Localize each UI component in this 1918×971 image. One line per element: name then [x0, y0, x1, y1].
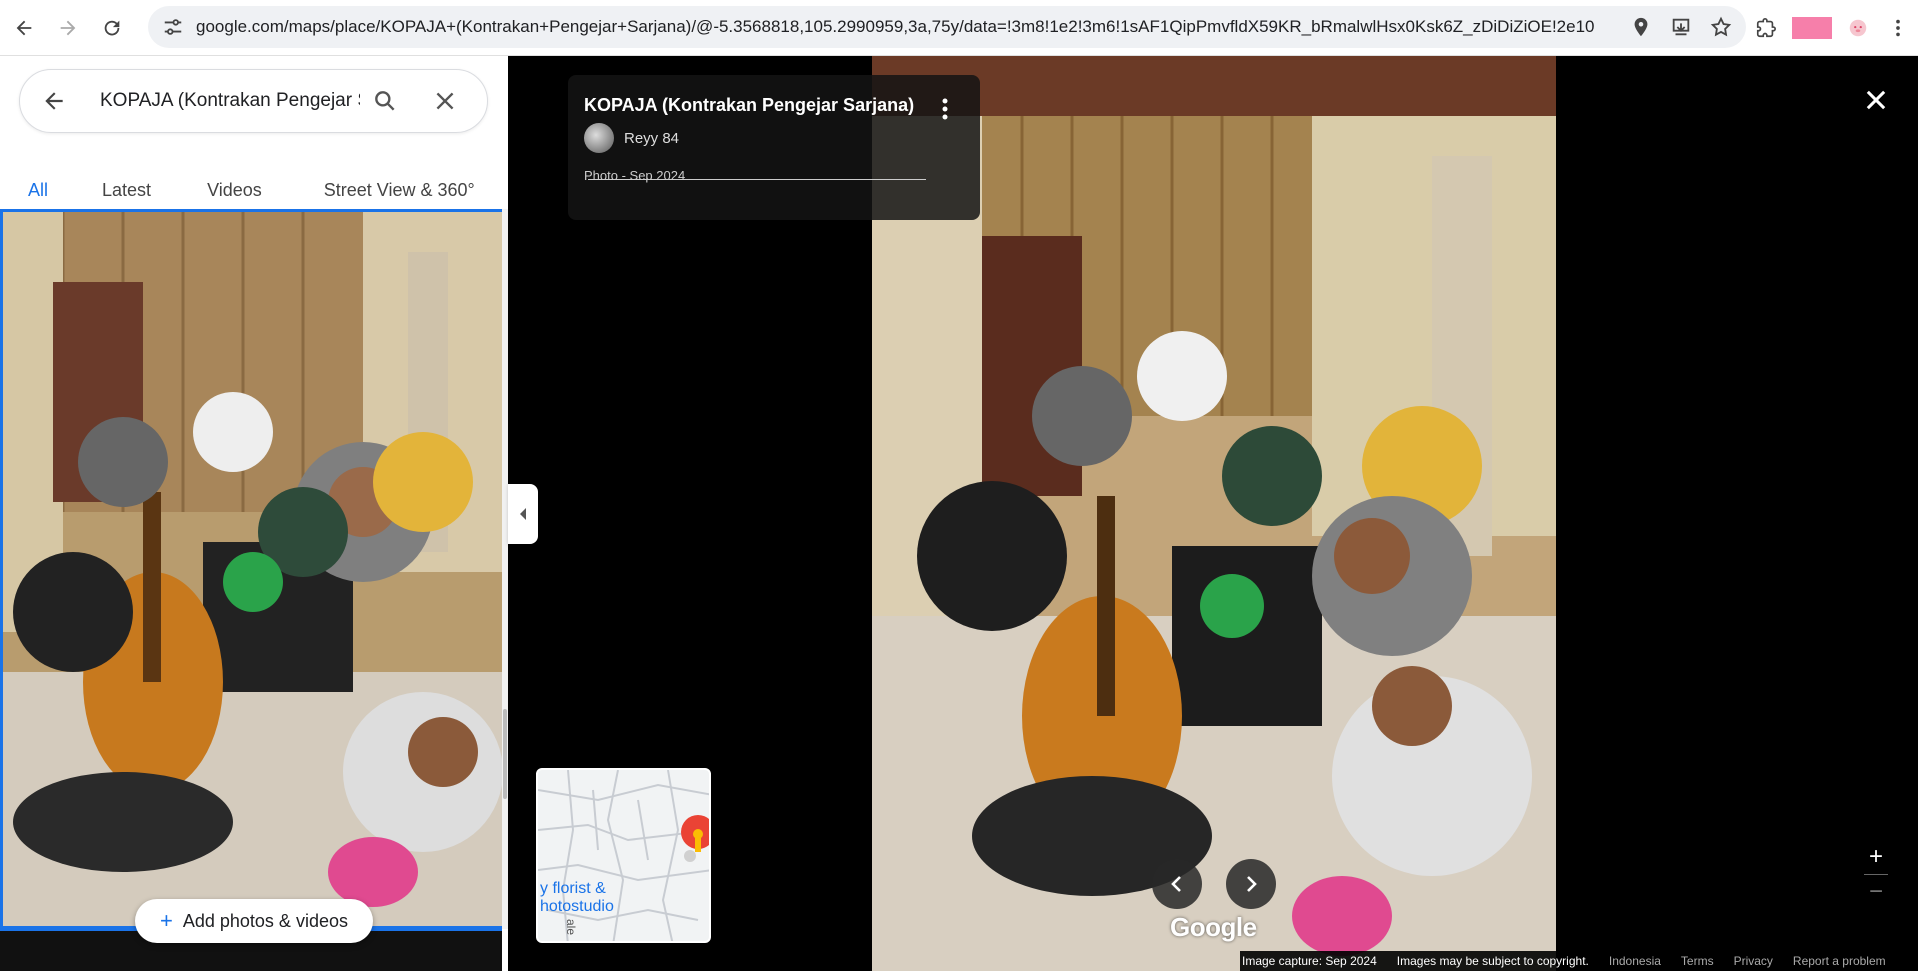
back-icon[interactable]	[4, 8, 44, 48]
photo-info-card: KOPAJA (Kontrakan Pengejar Sarjana) Reyy…	[568, 75, 980, 220]
back-arrow-icon[interactable]	[26, 88, 82, 114]
toolbar-divider	[1792, 17, 1832, 39]
chevron-right-icon	[1247, 876, 1257, 892]
zoom-out-button[interactable]: −	[1858, 875, 1894, 909]
plus-icon: +	[160, 908, 173, 933]
minimap[interactable]: y florist & hotostudio ale	[536, 768, 711, 943]
url-text[interactable]: google.com/maps/place/KOPAJA+(Kontrakan+…	[196, 17, 1596, 37]
next-photo-button[interactable]	[1226, 859, 1276, 909]
search-input[interactable]: KOPAJA (Kontrakan Pengejar Sarjana)	[100, 90, 360, 112]
site-settings-icon[interactable]	[162, 16, 184, 38]
report-problem-link[interactable]: Report a problem	[1793, 954, 1886, 968]
author-row[interactable]: Reyy 84	[584, 123, 679, 153]
photo-thumbnail[interactable]	[0, 209, 502, 929]
minimap-label-rotated: ale	[564, 918, 579, 936]
image-capture-date: Image capture: Sep 2024	[1242, 954, 1377, 968]
map-footer: Image capture: Sep 2024 Images may be su…	[1240, 951, 1918, 971]
location-icon[interactable]	[1630, 16, 1652, 38]
side-panel: KOPAJA (Kontrakan Pengejar Sarjana) All …	[0, 56, 508, 971]
zoom-in-button[interactable]: +	[1858, 840, 1894, 874]
terms-link[interactable]: Terms	[1681, 954, 1714, 968]
more-options-icon[interactable]	[933, 95, 957, 123]
google-logo: Google	[1170, 912, 1257, 942]
author-name[interactable]: Reyy 84	[624, 130, 679, 147]
region-link[interactable]: Indonesia	[1609, 954, 1661, 968]
search-box[interactable]: KOPAJA (Kontrakan Pengejar Sarjana)	[19, 69, 488, 133]
photo-date: Photo - Sep 2024	[584, 168, 686, 183]
previous-photo-button[interactable]	[1152, 859, 1202, 909]
add-photos-button[interactable]: + Add photos & videos	[135, 899, 373, 943]
more-menu-icon[interactable]	[1878, 17, 1918, 39]
collapse-panel-button[interactable]	[508, 484, 538, 544]
install-app-icon[interactable]	[1670, 16, 1692, 38]
add-photos-label: Add photos & videos	[182, 910, 348, 931]
profile-icon[interactable]	[1838, 17, 1878, 39]
place-title[interactable]: KOPAJA (Kontrakan Pengejar Sarjana)	[584, 95, 914, 116]
search-icon[interactable]	[360, 88, 410, 114]
collapse-arrow-icon	[520, 508, 526, 520]
privacy-link[interactable]: Privacy	[1734, 954, 1773, 968]
minimap-label: y florist & hotostudio	[540, 880, 614, 915]
close-icon	[1866, 90, 1886, 110]
location-pin-icon	[681, 815, 709, 862]
close-viewer-button[interactable]	[1858, 82, 1894, 118]
address-bar[interactable]: google.com/maps/place/KOPAJA+(Kontrakan+…	[148, 6, 1746, 48]
avatar[interactable]	[584, 123, 614, 153]
zoom-controls: + −	[1858, 840, 1894, 909]
copyright-notice: Images may be subject to copyright.	[1396, 954, 1589, 968]
clear-search-icon[interactable]	[420, 88, 470, 114]
panel-scrollbar[interactable]	[502, 209, 508, 929]
bookmark-star-icon[interactable]	[1710, 16, 1732, 38]
browser-toolbar: google.com/maps/place/KOPAJA+(Kontrakan+…	[0, 0, 1918, 56]
extensions-icon[interactable]	[1746, 17, 1786, 39]
chevron-left-icon	[1171, 876, 1181, 892]
reload-icon[interactable]	[92, 8, 132, 48]
forward-icon[interactable]	[48, 8, 88, 48]
